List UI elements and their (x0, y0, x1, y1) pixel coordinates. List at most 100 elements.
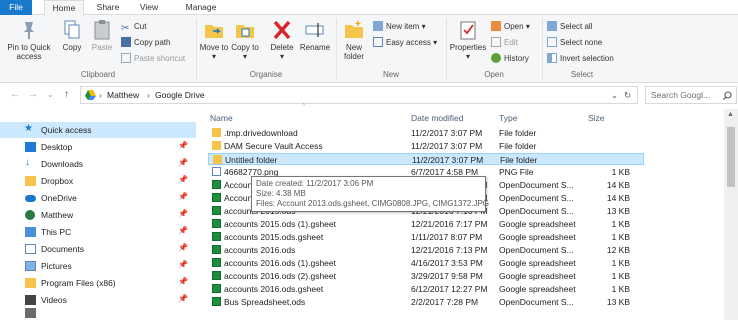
forward-arrow-icon[interactable]: → (28, 89, 38, 100)
table-row[interactable]: accounts 2015.ods.gsheet 1/11/2017 8:07 P… (208, 231, 644, 243)
table-row[interactable]: Bus Spreadsheet.ods 2/2/2017 7:28 PM OpenD… (208, 296, 644, 308)
table-row[interactable]: accounts 2016.ods.gsheet 6/12/2017 12:27 … (208, 283, 644, 295)
invert-selection-icon (547, 53, 557, 63)
file-type: File folder (499, 128, 537, 138)
copy-button[interactable]: Copy (58, 19, 86, 52)
file-size: 12 KB (606, 245, 630, 255)
nav-item-pictures[interactable]: Pictures 📌 (0, 258, 196, 274)
delete-button[interactable]: Delete ▾ (266, 19, 298, 61)
pin-icon[interactable]: 📌 (178, 141, 188, 150)
image-icon (212, 167, 221, 176)
table-row[interactable]: DAM Secure Vault Access 11/2/2017 3:07 PM… (208, 140, 644, 152)
pin-icon[interactable]: 📌 (178, 175, 188, 184)
nav-item-documents[interactable]: Documents 📌 (0, 241, 196, 257)
search-icon (723, 91, 732, 100)
up-arrow-icon[interactable]: ↑ (64, 89, 69, 100)
table-row[interactable]: .tmp.drivedownload 11/2/2017 3:07 PM File … (208, 127, 644, 139)
file-name: accounts 2016.ods (224, 245, 296, 255)
tab-share[interactable]: Share (90, 0, 126, 15)
pin-icon[interactable]: 📌 (178, 192, 188, 201)
pin-icon[interactable]: 📌 (178, 158, 188, 167)
rename-icon (305, 23, 324, 37)
navigation-bar: ← → ⌄ ↑ › Matthew › Google Drive ⌄ ↻ Sea… (0, 84, 738, 106)
file-type: Google spreadsheet (499, 258, 576, 268)
nav-item-dropbox[interactable]: Dropbox 📌 (0, 173, 196, 189)
file-date-modified: 11/2/2017 3:07 PM (412, 155, 484, 165)
scrollbar-thumb[interactable] (727, 127, 735, 187)
table-row[interactable]: accounts 2016.ods 12/21/2016 7:13 PM OpenD… (208, 244, 644, 256)
file-date-modified: 11/2/2017 3:07 PM (411, 128, 483, 138)
scroll-up-arrow-icon[interactable]: ▲ (727, 111, 734, 118)
spreadsheet-icon (212, 245, 221, 254)
column-header-type[interactable]: Type (499, 113, 517, 123)
edit-button[interactable]: Edit (491, 37, 518, 49)
table-row[interactable]: accounts 2016.ods (1).gsheet 4/16/2017 3:… (208, 257, 644, 269)
table-row[interactable]: accounts 2015.ods (1).gsheet 12/21/2016 7… (208, 218, 644, 230)
scissors-icon: ✂ (121, 23, 130, 34)
easy-access-button[interactable]: Easy access ▾ (373, 37, 437, 49)
search-input[interactable]: Search Googl... (645, 86, 737, 104)
column-header-name[interactable]: Name (210, 113, 233, 123)
table-row[interactable]: Untitled folder 11/2/2017 3:07 PM File fol… (208, 153, 644, 165)
cut-button[interactable]: ✂ Cut (121, 21, 146, 34)
copy-path-button[interactable]: Copy path (121, 37, 170, 49)
nav-item-quick-access[interactable]: ★ Quick access (0, 122, 196, 138)
paste-button[interactable]: Paste (88, 19, 116, 52)
pin-icon[interactable]: 📌 (178, 294, 188, 303)
new-item-icon (373, 21, 383, 31)
nav-item-desktop[interactable]: Desktop 📌 (0, 139, 196, 155)
properties-button[interactable]: Properties ▾ (448, 19, 488, 61)
tab-home[interactable]: Home (44, 0, 84, 16)
vertical-scrollbar[interactable]: ▲ (724, 109, 738, 320)
tab-manage[interactable]: Manage (178, 0, 224, 15)
tab-view[interactable]: View (132, 0, 166, 15)
pin-icon[interactable]: 📌 (178, 243, 188, 252)
address-dropdown-chevron-icon[interactable]: ⌄ (611, 90, 618, 101)
nav-item-this-pc[interactable]: This PC 📌 (0, 224, 196, 240)
file-date-modified: 4/16/2017 3:53 PM (411, 258, 483, 268)
column-header-size[interactable]: Size (588, 113, 605, 123)
select-all-icon (547, 21, 557, 31)
sort-ascending-icon: ^ (302, 103, 306, 110)
recent-locations-chevron-icon[interactable]: ⌄ (47, 90, 54, 99)
nav-item-matthew[interactable]: Matthew 📌 (0, 207, 196, 223)
invert-selection-button[interactable]: Invert selection (547, 53, 614, 65)
breadcrumb-google-drive[interactable]: Google Drive (155, 90, 205, 100)
folder-icon (212, 128, 221, 137)
file-name: accounts 2016.ods.gsheet (224, 284, 324, 294)
copy-icon (64, 20, 80, 39)
paste-shortcut-button[interactable]: Paste shortcut (121, 53, 185, 65)
nav-item-downloads[interactable]: ↓ Downloads 📌 (0, 156, 196, 172)
select-all-button[interactable]: Select all (547, 21, 592, 33)
pin-icon[interactable]: 📌 (178, 260, 188, 269)
file-type: OpenDocument S... (499, 193, 574, 203)
select-none-button[interactable]: Select none (547, 37, 602, 49)
rename-button[interactable]: Rename (298, 19, 332, 52)
paste-shortcut-icon (121, 53, 131, 63)
file-date-modified: 12/21/2016 7:13 PM (411, 245, 488, 255)
refresh-icon[interactable]: ↻ (624, 90, 631, 101)
history-button[interactable]: History (491, 53, 529, 65)
open-button[interactable]: Open ▾ (491, 21, 530, 33)
nav-item-onedrive[interactable]: OneDrive 📌 (0, 190, 196, 206)
pin-icon[interactable]: 📌 (178, 209, 188, 218)
table-row[interactable]: accounts 2016.ods (2).gsheet 3/29/2017 9:… (208, 270, 644, 282)
breadcrumb-separator-icon: › (147, 90, 150, 100)
new-folder-button[interactable]: New folder (339, 19, 369, 61)
spreadsheet-icon (212, 284, 221, 293)
move-to-button[interactable]: Move to ▾ (199, 19, 229, 61)
nav-item-videos[interactable]: Videos 📌 (0, 292, 196, 308)
new-item-button[interactable]: New item ▾ (373, 21, 426, 33)
copy-to-button[interactable]: Copy to ▾ (230, 19, 260, 61)
column-header-date-modified[interactable]: Date modified (411, 113, 463, 123)
pin-icon[interactable]: 📌 (178, 277, 188, 286)
file-date-modified: 2/2/2017 7:28 PM (411, 297, 479, 307)
file-type: Google spreadsheet (499, 232, 576, 242)
address-bar[interactable]: › Matthew › Google Drive ⌄ ↻ (80, 86, 638, 104)
nav-item-program-files-x86[interactable]: Program Files (x86) 📌 (0, 275, 196, 291)
tab-file[interactable]: File (0, 0, 32, 15)
back-arrow-icon[interactable]: ← (10, 89, 20, 100)
pin-icon[interactable]: 📌 (178, 226, 188, 235)
pin-to-quick-access-button[interactable]: Pin to Quick access (2, 19, 56, 61)
breadcrumb-matthew[interactable]: Matthew (107, 90, 139, 100)
